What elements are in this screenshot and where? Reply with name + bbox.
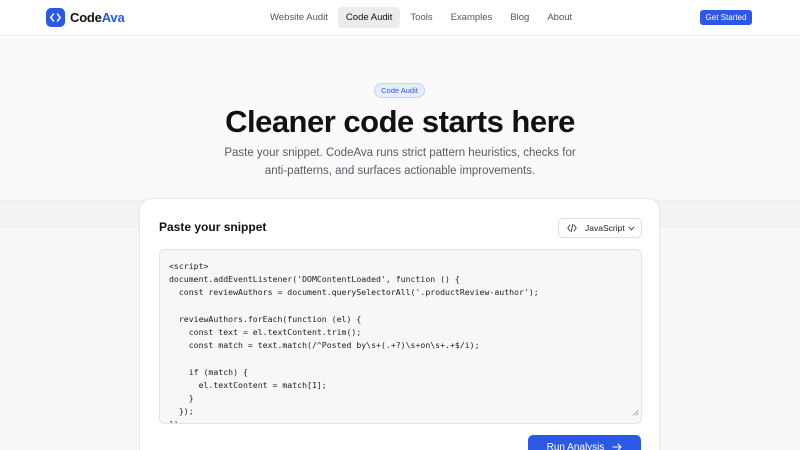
page-subtitle: Paste your snippet. CodeAva runs strict …: [224, 147, 576, 177]
arrow-right-icon: [612, 443, 622, 450]
nav-blog[interactable]: Blog: [502, 7, 537, 28]
code-input[interactable]: <script> document.addEventListener('DOMC…: [159, 249, 642, 424]
snippet-card: Paste your snippet JavaScript <script> d…: [139, 198, 660, 450]
code-text: <script> document.addEventListener('DOMC…: [169, 261, 539, 423]
nav-about[interactable]: About: [539, 7, 580, 28]
logo[interactable]: CodeAva: [46, 8, 125, 27]
language-select-value: JavaScript: [585, 223, 625, 233]
chevron-down-icon: [628, 226, 635, 231]
nav-tools[interactable]: Tools: [402, 7, 440, 28]
code-brackets-icon: [46, 8, 65, 27]
language-select[interactable]: JavaScript: [558, 218, 642, 238]
run-analysis-button[interactable]: Run Analysis: [528, 435, 641, 450]
card-title: Paste your snippet: [159, 220, 267, 234]
nav-examples[interactable]: Examples: [443, 7, 501, 28]
get-started-button[interactable]: Get Started: [700, 10, 752, 25]
code-icon: [567, 224, 577, 232]
brand-name: CodeAva: [70, 10, 125, 25]
section-badge: Code Audit: [374, 83, 425, 98]
top-nav-bar: CodeAva Website Audit Code Audit Tools E…: [0, 0, 800, 36]
run-analysis-label: Run Analysis: [546, 441, 605, 450]
resize-handle-icon[interactable]: [632, 403, 639, 421]
nav-website-audit[interactable]: Website Audit: [262, 7, 336, 28]
page-title: Cleaner code starts here: [225, 104, 575, 139]
nav-code-audit[interactable]: Code Audit: [337, 7, 401, 28]
main-nav: Website Audit Code Audit Tools Examples …: [262, 7, 582, 28]
